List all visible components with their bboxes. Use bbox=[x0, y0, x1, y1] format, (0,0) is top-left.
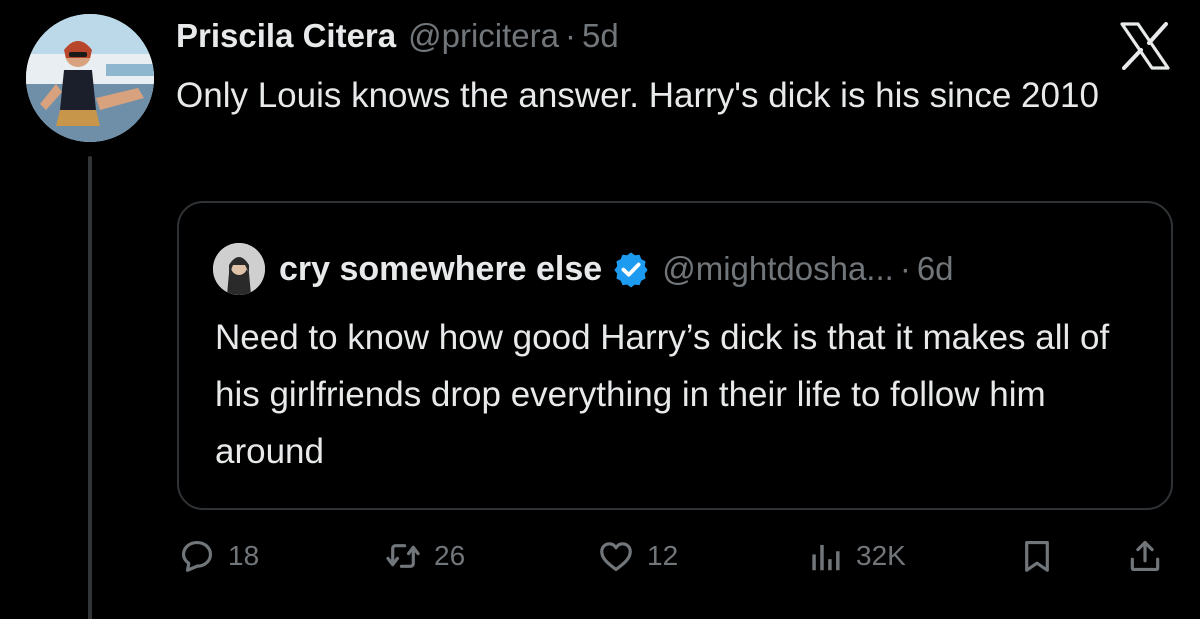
verified-badge-icon bbox=[612, 250, 650, 288]
bookmark-icon bbox=[1018, 537, 1056, 575]
views-count: 32K bbox=[856, 540, 906, 571]
like-count: 12 bbox=[647, 540, 679, 571]
tweet-header: Priscila Citera @pricitera · 5d bbox=[176, 12, 619, 60]
quoted-tweet-body-text: Need to know how good Harry’s dick is th… bbox=[215, 318, 1110, 471]
quoted-author-display-name[interactable]: cry somewhere else bbox=[279, 250, 602, 289]
tweet-timestamp[interactable]: 5d bbox=[582, 17, 619, 55]
quoted-header-separator: · bbox=[899, 250, 911, 287]
like-button[interactable]: 12 bbox=[597, 530, 678, 582]
retweet-button[interactable]: 26 bbox=[384, 530, 465, 582]
header-separator: · bbox=[565, 17, 576, 54]
quoted-tweet-card[interactable]: cry somewhere else @mightdosha... · 6d N… bbox=[177, 201, 1173, 510]
views-chart-icon bbox=[806, 537, 844, 575]
views-button[interactable]: 32K bbox=[806, 530, 906, 582]
share-button[interactable] bbox=[1126, 530, 1164, 582]
quoted-author-handle[interactable]: @mightdosha... bbox=[662, 250, 894, 288]
quoted-tweet-header: cry somewhere else @mightdosha... · 6d bbox=[213, 243, 954, 295]
reply-count: 18 bbox=[228, 540, 260, 571]
tweet-action-bar: 18 26 12 32K bbox=[0, 530, 1200, 582]
retweet-icon bbox=[384, 537, 422, 575]
bookmark-button[interactable] bbox=[1018, 530, 1056, 582]
reply-button[interactable]: 18 bbox=[178, 530, 259, 582]
user-photo-avatar-icon bbox=[26, 14, 154, 142]
author-handle[interactable]: @pricitera bbox=[408, 17, 559, 55]
quoted-tweet-timestamp[interactable]: 6d bbox=[917, 250, 954, 288]
quoted-author-avatar bbox=[213, 243, 265, 295]
author-avatar[interactable] bbox=[26, 14, 154, 142]
retweet-count: 26 bbox=[434, 540, 466, 571]
heart-icon bbox=[597, 537, 635, 575]
tweet-body-text: Only Louis knows the answer. Harry's dic… bbox=[176, 76, 1099, 115]
author-display-name[interactable]: Priscila Citera bbox=[176, 17, 396, 55]
reply-icon bbox=[178, 537, 216, 575]
share-icon bbox=[1126, 537, 1164, 575]
x-logo-icon bbox=[1118, 22, 1172, 70]
user-photo-avatar-icon bbox=[213, 243, 265, 295]
